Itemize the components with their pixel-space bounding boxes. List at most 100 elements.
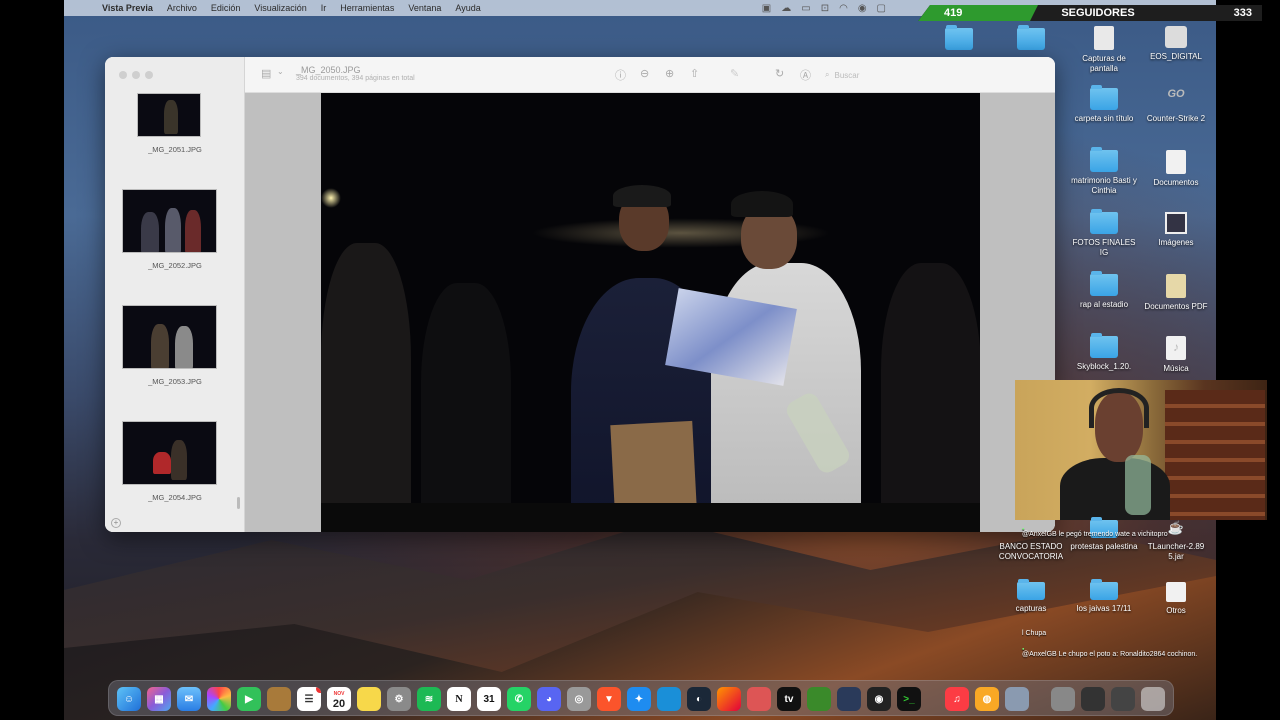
- add-page-button[interactable]: +: [111, 518, 121, 528]
- menu-ayuda[interactable]: Ayuda: [455, 3, 480, 13]
- steam-icon[interactable]: ◐: [687, 687, 711, 711]
- share-icon[interactable]: ⇧: [690, 67, 699, 80]
- music-note-icon: ♪: [1166, 336, 1186, 360]
- thumbnail-figure: [164, 100, 178, 134]
- system-settings-icon[interactable]: ⚙: [387, 687, 411, 711]
- minecraft-icon[interactable]: [807, 687, 831, 711]
- desktop-folder-top-1[interactable]: [924, 25, 994, 50]
- firefox-icon[interactable]: [717, 687, 741, 711]
- notes-icon[interactable]: [357, 687, 381, 711]
- desktop-item-documentos-pdf[interactable]: Documentos PDF: [1141, 274, 1211, 312]
- photo-mg-2050[interactable]: [321, 93, 980, 532]
- launchpad-icon[interactable]: ▦: [147, 687, 171, 711]
- markup-pen-icon[interactable]: ✎: [730, 67, 739, 80]
- downloads-stack-icon[interactable]: [1005, 687, 1029, 711]
- document-subtitle: 394 documentos, 394 páginas en total: [296, 75, 415, 82]
- dock: ☺ ▦ ✉ ▶ ☰ NOV 20 ⚙ ≋ N 31 ✆ ◕ ◎ ▼ ✦ ◐ tv…: [108, 680, 1174, 716]
- headphones-icon: [1089, 388, 1149, 428]
- rotate-icon[interactable]: ↻: [775, 67, 784, 80]
- desktop-item-imagenes[interactable]: Imágenes: [1141, 212, 1211, 248]
- menu-edicion[interactable]: Edición: [211, 3, 241, 13]
- markup-toolbar-icon[interactable]: Ⓐ: [800, 67, 811, 83]
- record-icon[interactable]: ◉: [858, 3, 867, 14]
- app-icon-red[interactable]: [747, 687, 771, 711]
- desktop-item-carpeta-sin-titulo[interactable]: carpeta sin título: [1069, 85, 1139, 124]
- zoom-in-icon[interactable]: ⊕: [665, 67, 674, 80]
- thumbnail-mg-2052[interactable]: [122, 189, 217, 253]
- desktop-item-eos-digital[interactable]: EOS_DIGITAL: [1141, 26, 1211, 62]
- headphones-icon[interactable]: ◠: [839, 3, 848, 14]
- sidebar-scrollbar[interactable]: [237, 497, 240, 509]
- desktop-item-los-jaivas[interactable]: los jaivas 17/11: [1069, 579, 1139, 614]
- menu-herramientas[interactable]: Herramientas: [340, 3, 394, 13]
- mirror-icon[interactable]: ⊡: [821, 3, 829, 14]
- menu-ventana[interactable]: Ventana: [408, 3, 441, 13]
- cloud-icon[interactable]: ☁: [781, 3, 791, 14]
- brave-icon[interactable]: ▼: [597, 687, 621, 711]
- minimize-window-button[interactable]: [132, 71, 140, 79]
- window-icon[interactable]: ▢: [877, 3, 886, 14]
- photo-crowd: [421, 283, 511, 532]
- menu-ir[interactable]: Ir: [321, 3, 327, 13]
- terminal-icon[interactable]: >_: [897, 687, 921, 711]
- screenshots-stack-icon[interactable]: [1081, 687, 1105, 711]
- photos-icon[interactable]: [207, 687, 231, 711]
- menu-visualizacion[interactable]: Visualización: [254, 3, 306, 13]
- info-icon[interactable]: ⓘ: [615, 67, 626, 83]
- thumbnail-label-2051: _MG_2051.JPG: [148, 145, 202, 154]
- thumbnail-figure: [171, 440, 187, 480]
- trash-icon[interactable]: [1141, 687, 1165, 711]
- close-window-button[interactable]: [119, 71, 127, 79]
- zoom-window-button[interactable]: [145, 71, 153, 79]
- drive-icon: [1165, 26, 1187, 48]
- app-icon-navy[interactable]: [837, 687, 861, 711]
- webcam-app-icon[interactable]: ◎: [567, 687, 591, 711]
- notion-icon[interactable]: N: [447, 687, 471, 711]
- music-icon[interactable]: ♫: [945, 687, 969, 711]
- desktop-folder-top-2[interactable]: [996, 25, 1066, 50]
- thumbnail-mg-2051[interactable]: [137, 93, 201, 137]
- desktop-item-fotos-finales[interactable]: FOTOS FINALES IG: [1069, 209, 1139, 258]
- mail-icon[interactable]: ✉: [177, 687, 201, 711]
- whatsapp-icon[interactable]: ✆: [507, 687, 531, 711]
- desktop-item-musica[interactable]: ♪ Música: [1141, 336, 1211, 374]
- search-field[interactable]: ⌕ Buscar: [825, 68, 935, 82]
- folder-icon: [1017, 25, 1045, 50]
- obs-icon[interactable]: ◉: [867, 687, 891, 711]
- image-icon: [1165, 212, 1187, 234]
- photo-ground: [321, 503, 980, 532]
- podcasts-icon[interactable]: ◍: [975, 687, 999, 711]
- stack-icon[interactable]: [1111, 687, 1135, 711]
- calendar-icon[interactable]: NOV 20: [327, 687, 351, 711]
- finder-icon[interactable]: ☺: [117, 687, 141, 711]
- chevron-down-icon[interactable]: ⌄: [277, 67, 284, 76]
- safari-icon[interactable]: ✦: [627, 687, 651, 711]
- display-icon[interactable]: ▭: [801, 3, 810, 14]
- desktop-item-rap-al-estadio[interactable]: rap al estadio: [1069, 271, 1139, 310]
- documents-stack-icon[interactable]: [1051, 687, 1075, 711]
- status-icon-1[interactable]: ▣: [762, 3, 771, 14]
- desktop-item-otros[interactable]: Otros: [1141, 582, 1211, 616]
- preview-toolbar: ▤ ⌄ _MG_2050.JPG 394 documentos, 394 pág…: [245, 57, 1055, 93]
- app-icon-blue[interactable]: [657, 687, 681, 711]
- desktop-item-matrimonio[interactable]: matrimonio Basti y Cinthia: [1069, 147, 1139, 196]
- reminders-icon[interactable]: ☰: [297, 687, 321, 711]
- desktop-item-documentos[interactable]: Documentos: [1141, 150, 1211, 188]
- thumbnail-mg-2054[interactable]: [122, 421, 217, 485]
- desktop-item-counter-strike[interactable]: GO Counter-Strike 2: [1141, 88, 1211, 124]
- followers-goal: 333: [1233, 7, 1252, 19]
- app-icon-brown[interactable]: [267, 687, 291, 711]
- zoom-out-icon[interactable]: ⊖: [640, 67, 649, 80]
- menu-archivo[interactable]: Archivo: [167, 3, 197, 13]
- discord-icon[interactable]: ◕: [537, 687, 561, 711]
- apple-tv-icon[interactable]: tv: [777, 687, 801, 711]
- spotify-icon[interactable]: ≋: [417, 687, 441, 711]
- facetime-icon[interactable]: ▶: [237, 687, 261, 711]
- thumbnail-mg-2053[interactable]: [122, 305, 217, 369]
- desktop-item-skyblock[interactable]: Skyblock_1.20.: [1069, 333, 1139, 372]
- desktop-item-capturas[interactable]: capturas: [996, 579, 1066, 614]
- sidebar-toggle-icon[interactable]: ▤: [261, 67, 271, 80]
- desktop-item-capturas-pantalla[interactable]: Capturas de pantalla: [1069, 26, 1139, 74]
- calendar-alt-icon[interactable]: 31: [477, 687, 501, 711]
- menu-app-name[interactable]: Vista Previa: [102, 3, 153, 13]
